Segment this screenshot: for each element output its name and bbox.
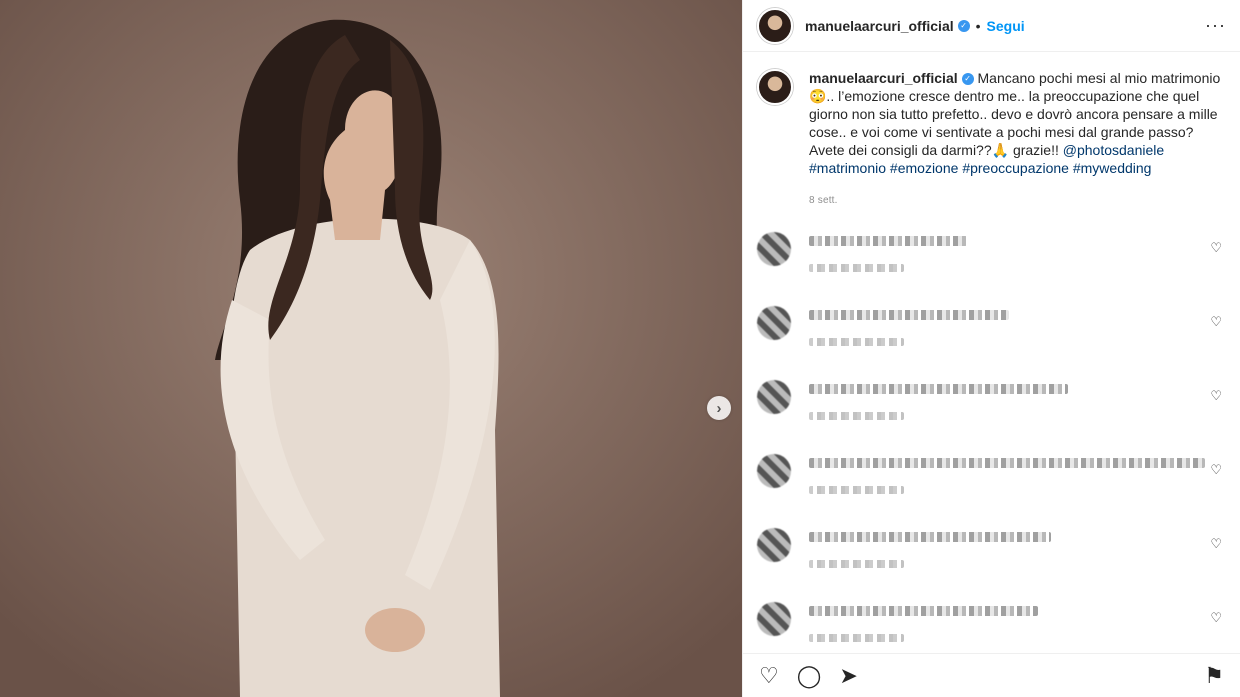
comment-like-icon[interactable]: ♡ <box>1210 240 1222 256</box>
author-username[interactable]: manuelaarcuri_official <box>805 18 954 34</box>
more-options-icon[interactable]: ··· <box>1205 15 1226 36</box>
comment-row: ♡ <box>757 232 1226 280</box>
comment-body <box>809 454 1226 502</box>
hashtag-link[interactable]: #matrimonio <box>809 160 886 176</box>
caption-avatar[interactable] <box>757 69 793 105</box>
comment-meta-obscured <box>809 338 904 346</box>
post-timestamp[interactable]: 8 sett. <box>809 195 1226 206</box>
comments-scroll[interactable]: manuelaarcuri_official ✓ Mancano pochi me… <box>743 53 1240 653</box>
comment-meta-obscured <box>809 560 904 568</box>
comment-like-icon[interactable]: ♡ <box>1210 314 1222 330</box>
comment-text-obscured <box>809 236 968 246</box>
caption-text: manuelaarcuri_official ✓ Mancano pochi me… <box>809 69 1226 177</box>
mention-link[interactable]: @photosdaniele <box>1063 142 1164 158</box>
comment-row: ♡ <box>757 380 1226 428</box>
like-icon[interactable]: ♡ <box>759 664 779 687</box>
commenter-avatar[interactable] <box>757 454 791 488</box>
caption: manuelaarcuri_official ✓ Mancano pochi me… <box>757 69 1226 177</box>
comment-row: ♡ <box>757 306 1226 354</box>
comment-meta-obscured <box>809 412 904 420</box>
comment-row: ♡ <box>757 602 1226 650</box>
comment-body <box>809 306 1226 354</box>
comment-like-icon[interactable]: ♡ <box>1210 536 1222 552</box>
comment-like-icon[interactable]: ♡ <box>1210 388 1222 404</box>
comment-row: ♡ <box>757 528 1226 576</box>
follow-button[interactable]: Segui <box>987 18 1025 34</box>
action-bar: ♡ ◯ ➤ ⚑ <box>743 653 1240 697</box>
post-sidebar: manuelaarcuri_official ✓ • Segui ··· man… <box>742 0 1240 697</box>
hashtag-link[interactable]: #preoccupazione <box>962 160 1069 176</box>
commenter-avatar[interactable] <box>757 602 791 636</box>
share-icon[interactable]: ➤ <box>839 664 857 687</box>
caption-username[interactable]: manuelaarcuri_official <box>809 70 958 86</box>
comment-text-obscured <box>809 606 1039 616</box>
comment-meta-obscured <box>809 486 904 494</box>
comment-list: ♡ ♡ ♡ ♡ ♡ ♡ <box>757 232 1226 650</box>
comment-icon[interactable]: ◯ <box>797 664 822 687</box>
comment-text-obscured <box>809 384 1068 394</box>
comment-like-icon[interactable]: ♡ <box>1210 610 1222 626</box>
hashtag-link[interactable]: #emozione <box>890 160 959 176</box>
save-icon[interactable]: ⚑ <box>1204 664 1224 687</box>
separator-dot: • <box>975 17 981 34</box>
commenter-avatar[interactable] <box>757 380 791 414</box>
commenter-avatar[interactable] <box>757 232 791 266</box>
post-media[interactable]: › <box>0 0 742 697</box>
author-avatar[interactable] <box>757 7 793 44</box>
comment-text-obscured <box>809 532 1051 542</box>
comment-text-obscured <box>809 458 1206 468</box>
verified-icon: ✓ <box>957 19 970 32</box>
comment-row: ♡ <box>757 454 1226 502</box>
comment-meta-obscured <box>809 264 904 272</box>
post-photo <box>0 0 742 697</box>
commenter-avatar[interactable] <box>757 306 791 340</box>
commenter-avatar[interactable] <box>757 528 791 562</box>
comment-text-obscured <box>809 310 1010 320</box>
hashtag-link[interactable]: #mywedding <box>1073 160 1152 176</box>
post-header: manuelaarcuri_official ✓ • Segui ··· <box>743 0 1240 52</box>
comment-meta-obscured <box>809 634 904 642</box>
comment-body <box>809 232 1226 280</box>
verified-icon: ✓ <box>961 73 974 86</box>
comment-body <box>809 380 1226 428</box>
comment-like-icon[interactable]: ♡ <box>1210 462 1222 478</box>
next-media-button[interactable]: › <box>707 396 731 420</box>
comment-body <box>809 602 1226 650</box>
comment-body <box>809 528 1226 576</box>
